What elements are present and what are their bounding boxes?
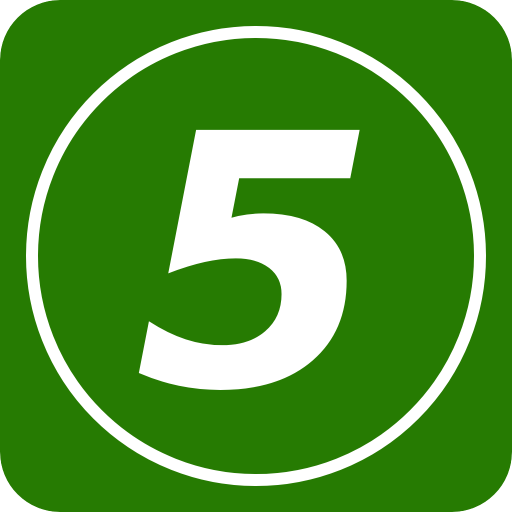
number-5-app-icon[interactable]: 5 xyxy=(0,0,512,512)
number-5-icon: 5 xyxy=(0,0,512,512)
numeral-five: 5 xyxy=(134,60,378,468)
